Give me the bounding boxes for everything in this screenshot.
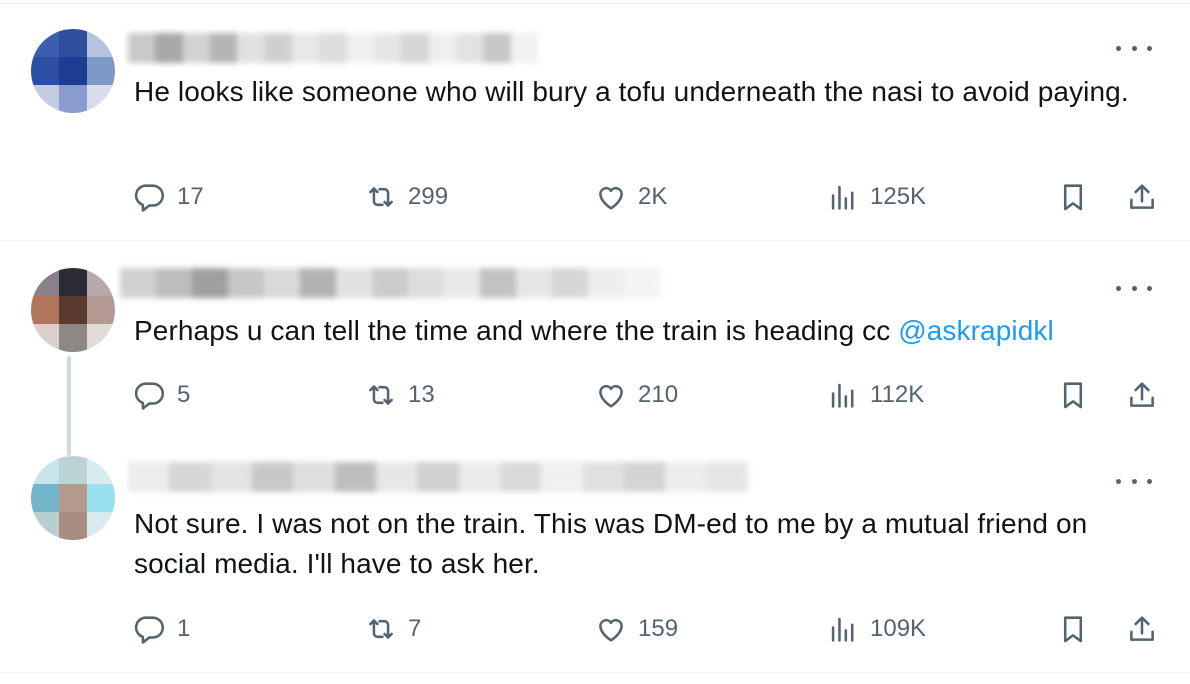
repost-icon <box>369 187 393 207</box>
views-count: 112K <box>870 381 925 408</box>
bookmark-icon <box>1063 382 1083 409</box>
repost-icon <box>369 619 393 639</box>
user-name-redacted[interactable] <box>128 33 538 63</box>
more-options-button[interactable] <box>1116 281 1152 295</box>
views-icon <box>831 185 854 210</box>
avatar[interactable] <box>31 29 115 113</box>
action-bar: 5 13 210 112K <box>0 375 1190 415</box>
views-button[interactable]: 125K <box>826 177 926 217</box>
reply-count: 1 <box>177 615 191 642</box>
avatar[interactable] <box>31 268 115 352</box>
views-button[interactable]: 109K <box>826 609 926 649</box>
more-options-button[interactable] <box>1116 474 1152 488</box>
repost-icon <box>369 385 393 405</box>
reply-icon <box>134 184 165 212</box>
reply-button[interactable]: 5 <box>133 375 190 415</box>
share-icon <box>1130 382 1154 407</box>
tweet-text: Not sure. I was not on the train. This w… <box>134 508 1088 579</box>
views-button[interactable]: 112K <box>826 375 924 415</box>
repost-count: 299 <box>408 183 449 210</box>
bookmark-button[interactable] <box>1056 609 1090 649</box>
tweet-divider <box>0 672 1190 673</box>
like-count: 159 <box>638 615 679 642</box>
share-button[interactable] <box>1125 177 1159 217</box>
repost-button[interactable]: 7 <box>364 609 421 649</box>
bookmark-button[interactable] <box>1056 375 1090 415</box>
tweet-text: Perhaps u can tell the time and where th… <box>134 315 1054 346</box>
repost-button[interactable]: 13 <box>364 375 435 415</box>
reply-button[interactable]: 1 <box>133 609 190 649</box>
tweet-text: He looks like someone who will bury a to… <box>134 76 1129 107</box>
avatar[interactable] <box>31 456 115 540</box>
like-button[interactable]: 159 <box>594 609 678 649</box>
top-divider <box>0 3 1190 4</box>
share-icon <box>1130 184 1154 209</box>
share-icon <box>1130 616 1154 641</box>
like-icon <box>599 186 623 210</box>
action-bar: 17 299 2K 125K <box>0 177 1190 217</box>
share-button[interactable] <box>1125 609 1159 649</box>
share-button[interactable] <box>1125 375 1159 415</box>
tweet-divider <box>0 240 1190 241</box>
like-count: 210 <box>638 381 679 408</box>
action-bar: 1 7 159 109K <box>0 609 1190 649</box>
user-name-redacted[interactable] <box>120 268 660 298</box>
views-icon <box>831 383 854 408</box>
like-icon <box>599 618 623 642</box>
reply-count: 17 <box>177 183 204 210</box>
repost-count: 7 <box>408 615 422 642</box>
repost-button[interactable]: 299 <box>364 177 448 217</box>
reply-icon <box>134 382 165 410</box>
views-icon <box>831 617 854 642</box>
reply-count: 5 <box>177 381 191 408</box>
reply-icon <box>134 616 165 644</box>
like-count: 2K <box>638 183 668 210</box>
user-name-redacted[interactable] <box>128 462 748 492</box>
like-icon <box>599 384 623 408</box>
bookmark-button[interactable] <box>1056 177 1090 217</box>
bookmark-icon <box>1063 184 1083 211</box>
bookmark-icon <box>1063 616 1083 643</box>
views-count: 109K <box>870 615 927 642</box>
mention-link[interactable]: @askrapidkl <box>898 315 1054 346</box>
like-button[interactable]: 210 <box>594 375 678 415</box>
like-button[interactable]: 2K <box>594 177 667 217</box>
views-count: 125K <box>870 183 927 210</box>
more-options-button[interactable] <box>1116 41 1152 55</box>
reply-button[interactable]: 17 <box>133 177 204 217</box>
repost-count: 13 <box>408 381 435 408</box>
